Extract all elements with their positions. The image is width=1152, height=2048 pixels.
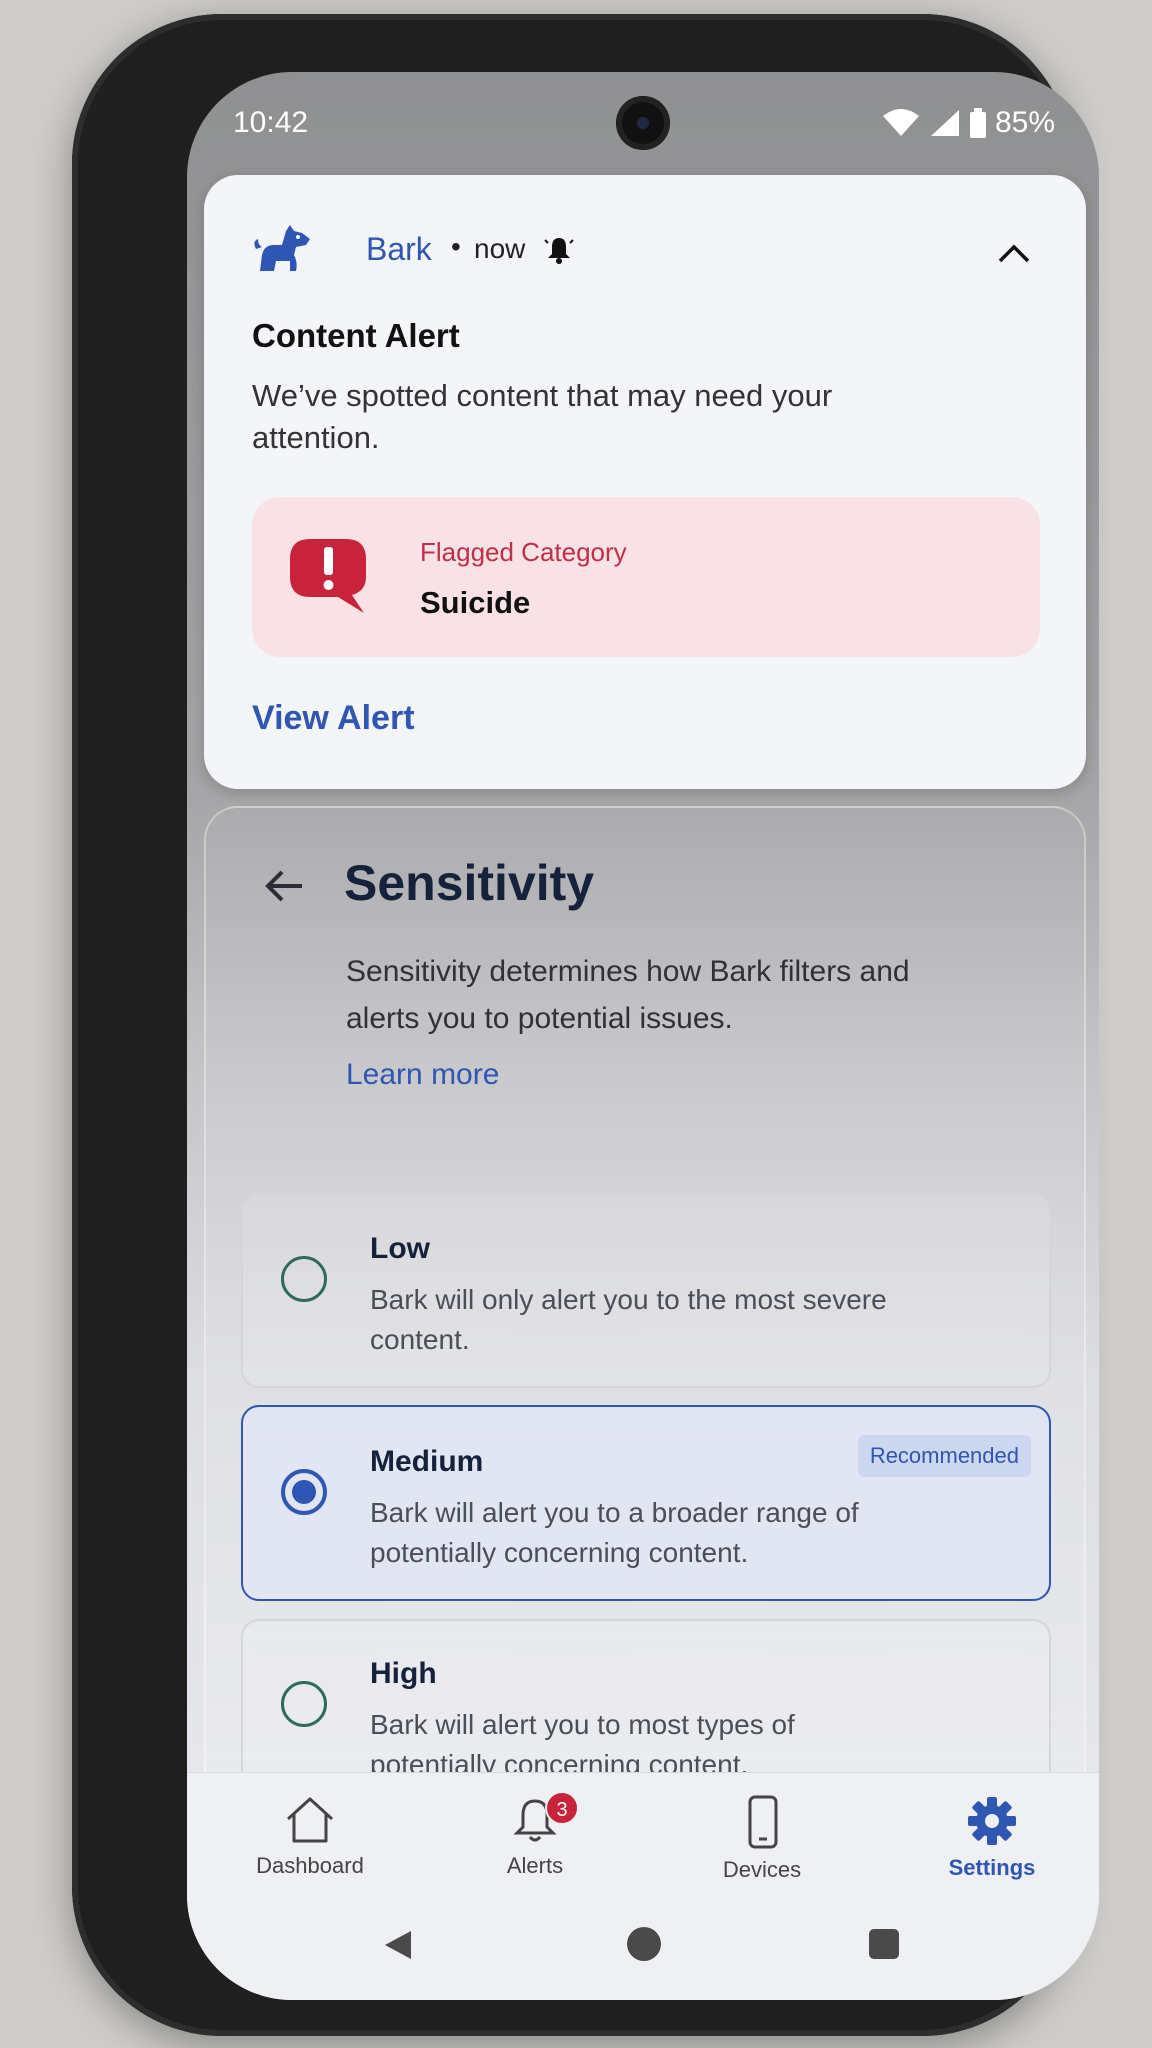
option-title-high: High: [370, 1657, 437, 1690]
alerts-count-badge: 3: [545, 1791, 579, 1825]
bell-icon: [445, 1795, 625, 1845]
nav-label-devices: Devices: [722, 1857, 802, 1882]
system-back-icon[interactable]: [383, 1929, 413, 1966]
radio-medium[interactable]: [281, 1469, 327, 1515]
phone-frame: 10:42 85% Bark • now Content Alert We’ve…: [72, 14, 1099, 2036]
nav-dashboard[interactable]: Dashboard: [220, 1795, 400, 1895]
notification-separator: •: [451, 231, 461, 262]
option-title-low: Low: [370, 1232, 430, 1265]
sensitivity-option-low[interactable]: Low Bark will only alert you to the most…: [241, 1192, 1051, 1388]
bark-dog-logo-icon: [252, 219, 312, 279]
radio-high[interactable]: [281, 1681, 327, 1727]
collapse-chevron-up-icon[interactable]: [994, 235, 1034, 269]
notification-card[interactable]: Bark • now Content Alert We’ve spotted c…: [204, 175, 1086, 789]
nav-devices[interactable]: Devices: [672, 1795, 852, 1895]
phone-screen: 10:42 85% Bark • now Content Alert We’ve…: [187, 72, 1099, 2000]
signal-icon: [929, 108, 961, 138]
flagged-category-value: Suicide: [420, 585, 531, 620]
back-arrow-icon[interactable]: [262, 866, 306, 906]
status-time: 10:42: [233, 106, 309, 139]
bottom-navigation: Dashboard 3 Alerts Devices Settings: [187, 1772, 1099, 2000]
flagged-category-box: Flagged Category Suicide: [252, 497, 1040, 657]
recommended-badge: Recommended: [857, 1435, 1031, 1477]
nav-label-dashboard: Dashboard: [256, 1853, 364, 1878]
home-icon: [220, 1795, 400, 1845]
sensitivity-description: Sensitivity determines how Bark filters …: [346, 955, 910, 1035]
notification-body: We’ve spotted content that may need your…: [252, 378, 833, 455]
learn-more-link[interactable]: Learn more: [346, 1058, 499, 1092]
phone-icon: [672, 1795, 852, 1849]
notification-title: Content Alert: [252, 317, 460, 354]
notification-time: now: [474, 233, 526, 264]
nav-alerts[interactable]: 3 Alerts: [445, 1791, 625, 1895]
view-alert-button[interactable]: View Alert: [252, 699, 415, 738]
wifi-icon: [881, 108, 921, 138]
nav-label-settings: Settings: [948, 1855, 1036, 1880]
sensitivity-option-medium[interactable]: Medium Bark will alert you to a broader …: [241, 1405, 1051, 1601]
system-home-icon[interactable]: [627, 1927, 661, 1961]
flagged-category-label: Flagged Category: [420, 537, 627, 567]
bell-alert-icon: [544, 235, 574, 265]
page-title: Sensitivity: [344, 855, 595, 911]
battery-icon: [969, 108, 987, 138]
battery-percent: 85%: [994, 106, 1055, 139]
front-camera: [616, 96, 670, 150]
option-title-medium: Medium: [370, 1445, 484, 1478]
option-description-low: Bark will only alert you to the most sev…: [370, 1284, 887, 1355]
notification-app-name: Bark: [366, 231, 432, 267]
exclamation-speech-bubble-icon: [286, 533, 370, 615]
option-description-medium: Bark will alert you to a broader range o…: [370, 1497, 859, 1568]
nav-label-alerts: Alerts: [506, 1853, 564, 1878]
sensitivity-settings-panel: Sensitivity Sensitivity determines how B…: [204, 806, 1086, 1826]
nav-settings[interactable]: Settings: [902, 1795, 1082, 1895]
gear-icon: [902, 1795, 1082, 1847]
system-recents-icon[interactable]: [869, 1929, 899, 1959]
system-navigation-bar: [187, 1915, 1099, 1975]
radio-low[interactable]: [281, 1256, 327, 1302]
status-icons: 85%: [881, 106, 1055, 140]
status-bar: 10:42 85%: [187, 72, 1099, 172]
